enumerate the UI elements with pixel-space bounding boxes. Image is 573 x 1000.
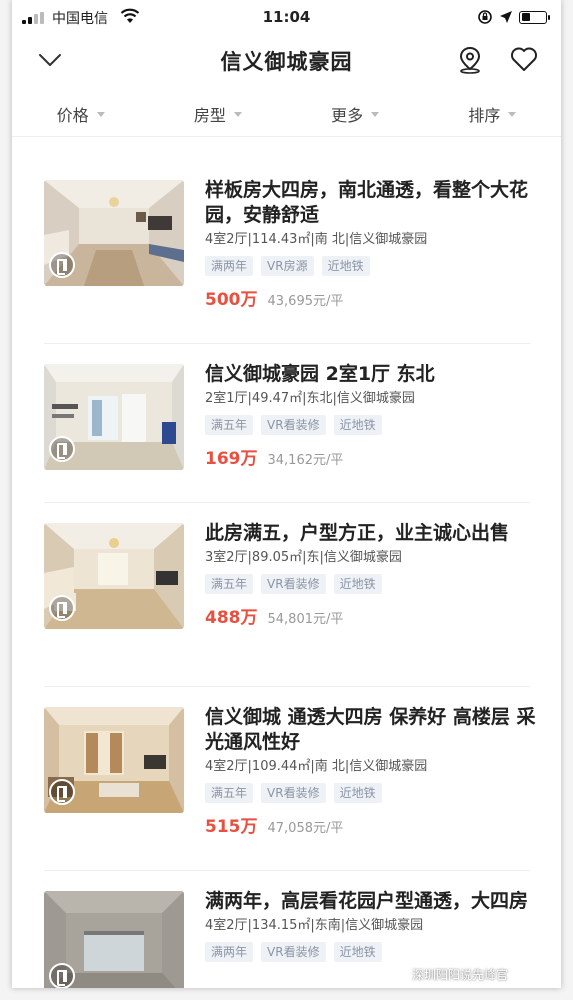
listing-info: 样板房大四房，南北通透，看整个大花园，安静舒适 4室2厅|114.43㎡|南 北… xyxy=(205,178,545,310)
tag: 满两年 xyxy=(205,256,254,276)
total-price: 515万 xyxy=(205,817,258,837)
listing-title: 信义御城 通透大四房 保养好 高楼层 采光通风性好 xyxy=(205,706,536,753)
heart-icon[interactable] xyxy=(510,46,538,72)
listing-info: 信义御城 通透大四房 保养好 高楼层 采光通风性好 4室2厅|109.44㎡|南… xyxy=(205,705,545,837)
filter-bar: 价格 房型 更多 排序 xyxy=(12,96,561,137)
listing-meta: 4室2厅|114.43㎡|南 北|信义御城豪园 xyxy=(205,232,428,247)
divider xyxy=(44,686,530,687)
listing-photo[interactable] xyxy=(44,523,184,629)
caret-down-icon xyxy=(233,112,242,117)
listing-photo[interactable] xyxy=(44,891,184,988)
tag: VR看装修 xyxy=(261,783,326,803)
filter-label: 更多 xyxy=(331,106,364,125)
nav-bar: 信义御城豪园 xyxy=(12,34,561,86)
tag: VR看装修 xyxy=(261,574,326,594)
listing-tags: 满五年 VR看装修 近地铁 xyxy=(205,574,545,594)
filter-layout[interactable]: 房型 xyxy=(149,96,286,132)
price-row: 515万 47,058元/平 xyxy=(205,812,545,837)
total-price: 500万 xyxy=(205,290,258,310)
vr-icon xyxy=(49,779,75,805)
listing-title: 满两年，高层看花园户型通透，大四房 xyxy=(205,890,529,912)
tag: 近地铁 xyxy=(333,783,382,803)
listing-meta: 4室2厅|109.44㎡|南 北|信义御城豪园 xyxy=(205,759,428,774)
divider xyxy=(44,343,530,344)
listing-info: 此房满五，户型方正，业主诚心出售 3室2厅|89.05㎡|东|信义御城豪园 满五… xyxy=(205,521,545,628)
unit-price: 54,801元/平 xyxy=(267,612,344,627)
filter-more[interactable]: 更多 xyxy=(287,96,424,132)
listing-tags: 满五年 VR看装修 近地铁 xyxy=(205,783,545,803)
watermark: 深圳阳阳说先峰官 xyxy=(412,968,509,982)
listing-title: 样板房大四房，南北通透，看整个大花园，安静舒适 xyxy=(205,179,529,226)
total-price: 169万 xyxy=(205,449,258,469)
price-row: 500万 43,695元/平 xyxy=(205,285,545,310)
filter-sort[interactable]: 排序 xyxy=(424,96,561,132)
status-bar: 中国电信 11:04 xyxy=(12,0,561,34)
unit-price: 43,695元/平 xyxy=(267,294,344,309)
tag: 满五年 xyxy=(205,783,254,803)
vr-icon xyxy=(49,595,75,621)
divider xyxy=(44,870,530,871)
battery-icon xyxy=(519,10,550,24)
listing-meta: 3室2厅|89.05㎡|东|信义御城豪园 xyxy=(205,550,402,565)
listing-title: 信义御城豪园 2室1厅 东北 xyxy=(205,363,435,385)
tag: 满五年 xyxy=(205,415,254,435)
vr-icon xyxy=(49,252,75,278)
lock-rotation-icon xyxy=(478,10,492,24)
price-row: 488万 54,801元/平 xyxy=(205,603,545,628)
total-price: 488万 xyxy=(205,608,258,628)
listing-title: 此房满五，户型方正，业主诚心出售 xyxy=(205,522,510,544)
listing-tags: 满五年 VR看装修 近地铁 xyxy=(205,415,545,435)
listing-meta: 2室1厅|49.47㎡|东北|信义御城豪园 xyxy=(205,391,415,406)
listing-tags: 满两年 VR房源 近地铁 xyxy=(205,256,545,276)
vr-icon xyxy=(49,963,75,988)
status-right xyxy=(477,8,550,26)
listing-tags: 满两年 VR看装修 近地铁 xyxy=(205,942,545,962)
location-arrow-icon xyxy=(500,11,512,23)
tag: 近地铁 xyxy=(333,415,382,435)
filter-label: 房型 xyxy=(193,106,226,125)
caret-down-icon xyxy=(96,112,105,117)
tag: 近地铁 xyxy=(333,574,382,594)
tag: 近地铁 xyxy=(333,942,382,962)
tag: 近地铁 xyxy=(321,256,370,276)
tag: VR房源 xyxy=(261,256,314,276)
listing-meta: 4室2厅|134.15㎡|东南|信义御城豪园 xyxy=(205,918,424,933)
vr-icon xyxy=(49,436,75,462)
unit-price: 34,162元/平 xyxy=(267,453,344,468)
price-row: 169万 34,162元/平 xyxy=(205,444,545,469)
unit-price: 47,058元/平 xyxy=(267,821,344,836)
listing-info: 满两年，高层看花园户型通透，大四房 4室2厅|134.15㎡|东南|信义御城豪园… xyxy=(205,889,545,962)
tag: VR看装修 xyxy=(261,415,326,435)
filter-price[interactable]: 价格 xyxy=(12,96,149,132)
caret-down-icon xyxy=(371,112,380,117)
caret-down-icon xyxy=(508,112,517,117)
tag: 满两年 xyxy=(205,942,254,962)
filter-label: 排序 xyxy=(468,106,501,125)
tag: 满五年 xyxy=(205,574,254,594)
phone-screen: 中国电信 11:04 信义御城豪园 价格 房型 更多 排序 样板房大四房，南北通… xyxy=(12,0,561,988)
listing-photo[interactable] xyxy=(44,364,184,470)
filter-label: 价格 xyxy=(56,106,89,125)
tag: VR看装修 xyxy=(261,942,326,962)
listing-photo[interactable] xyxy=(44,707,184,813)
map-pin-icon[interactable] xyxy=(457,46,483,74)
listing-photo[interactable] xyxy=(44,180,184,286)
divider xyxy=(44,502,530,503)
listing-info: 信义御城豪园 2室1厅 东北 2室1厅|49.47㎡|东北|信义御城豪园 满五年… xyxy=(205,362,545,469)
